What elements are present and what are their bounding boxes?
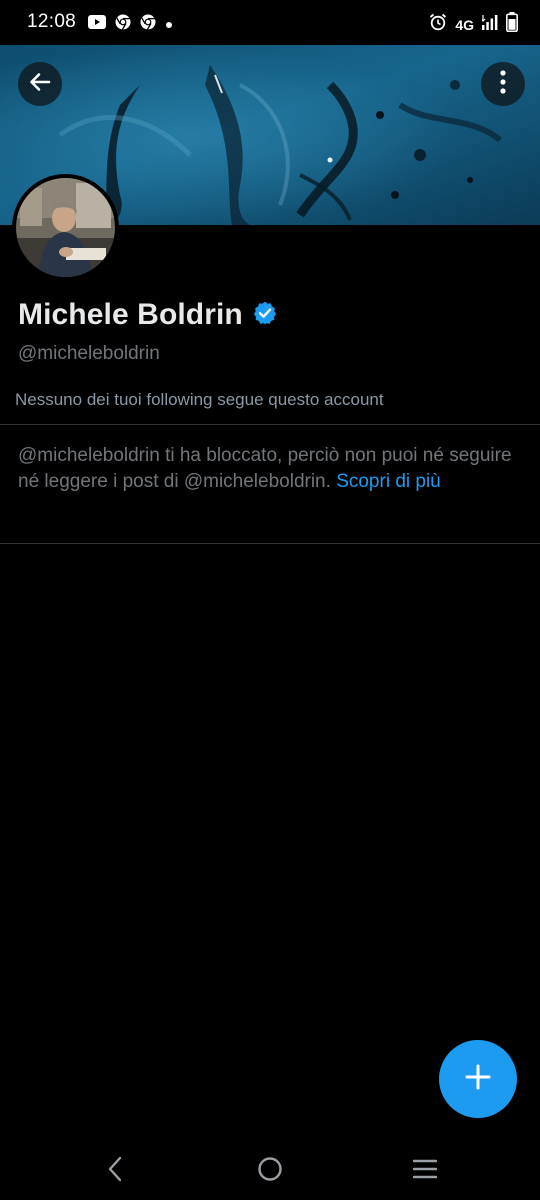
- nav-menu-icon: [412, 1158, 438, 1185]
- learn-more-link[interactable]: Scopri di più: [336, 471, 441, 492]
- divider-bottom: [0, 543, 540, 544]
- divider-top: [0, 424, 540, 425]
- notification-icons: [88, 14, 173, 35]
- compose-button[interactable]: [439, 1040, 517, 1118]
- battery-icon: [506, 12, 518, 37]
- profile-avatar[interactable]: [12, 174, 119, 281]
- youtube-icon: [88, 15, 106, 34]
- chrome-icon: [115, 14, 131, 35]
- profile-handle: @micheleboldrin: [18, 343, 160, 364]
- signal-icon: [480, 14, 498, 35]
- more-vertical-icon: [499, 69, 507, 100]
- blocked-notice: @micheleboldrin ti ha bloccato, perciò n…: [18, 443, 518, 495]
- chrome-icon: [140, 14, 156, 35]
- nav-back-icon: [107, 1156, 123, 1187]
- nav-home-icon: [257, 1156, 283, 1187]
- nav-menu-button[interactable]: [405, 1154, 445, 1188]
- plus-icon: [464, 1063, 492, 1096]
- alarm-icon: [429, 13, 447, 36]
- followers-you-know: Nessuno dei tuoi following segue questo …: [15, 390, 384, 409]
- network-label: 4G: [455, 16, 474, 33]
- system-status-icons: 4G: [429, 12, 518, 37]
- nav-back-button[interactable]: [95, 1154, 135, 1188]
- more-options-button[interactable]: [481, 62, 525, 106]
- status-bar: 12:08 4G: [0, 0, 540, 45]
- display-name: Michele Boldrin: [18, 298, 243, 331]
- arrow-left-icon: [27, 69, 53, 100]
- status-time: 12:08: [27, 11, 77, 32]
- profile-name-row: Michele Boldrin: [18, 298, 278, 332]
- system-nav-bar: [0, 1140, 540, 1200]
- back-button[interactable]: [18, 62, 62, 106]
- dot-icon: [165, 16, 173, 34]
- nav-home-button[interactable]: [250, 1154, 290, 1188]
- verified-badge-icon[interactable]: [252, 300, 278, 331]
